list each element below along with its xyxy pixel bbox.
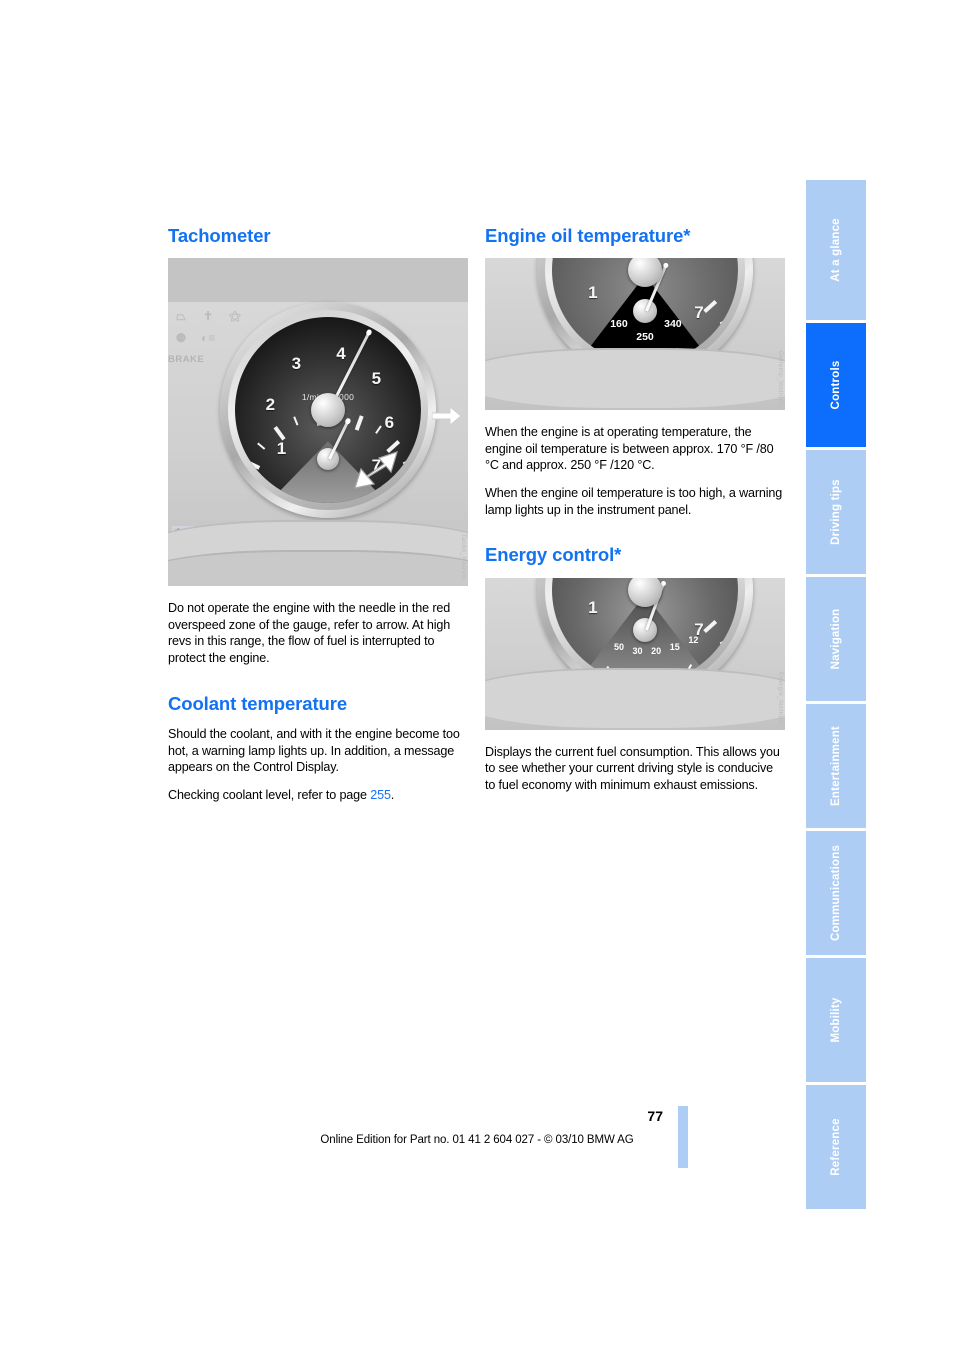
oil-scale-label-250: 250 (636, 331, 654, 344)
page-reference-link[interactable]: 255 (370, 788, 391, 802)
sidebar-tab-controls[interactable]: Controls (806, 323, 866, 447)
panel-lower-band-2 (168, 550, 468, 587)
tachometer-body-text: Do not operate the engine with the needl… (168, 601, 451, 666)
sidebar-tab-label: Navigation (830, 608, 842, 670)
left-column: Tachometer ⏢ ✝ ⚝ ⚈ ◐≡ BRAKE 123.8 (168, 225, 468, 814)
coolant-ref-suffix: . (390, 787, 395, 802)
energy-scale-label-12: 12 (688, 634, 699, 645)
sidebar-tab-label: At a glance (830, 218, 842, 282)
right-column: Engine oil temperature* 123.8 1 7 (485, 225, 785, 804)
low-beam-icon: ◐≡ (201, 331, 216, 346)
energy-control-paragraph: Displays the current fuel consumption. T… (485, 744, 780, 792)
tach-label-4: 4 (336, 344, 346, 364)
energy-figure-watermark: Energie_Instrum. (777, 671, 783, 726)
parking-brake-icon: ⚈ (175, 331, 187, 346)
tach-label-5: 5 (371, 368, 382, 388)
chapter-tab-rail: At a glance Controls Driving tips Navigatio… (806, 180, 866, 1212)
energy-scale-label-30: 30 (632, 645, 643, 656)
sidebar-tab-at-a-glance[interactable]: At a glance (806, 180, 866, 320)
sidebar-tab-label: Communications (830, 844, 842, 942)
tachometer-figure: ⏢ ✝ ⚝ ⚈ ◐≡ BRAKE 123.8 (168, 258, 468, 587)
sidebar-tab-reference[interactable]: Reference (806, 1085, 866, 1209)
arrow-pointer-icon (353, 448, 399, 492)
page-title-energy-control: Energy control* (485, 544, 622, 566)
tach-label-3: 3 (291, 353, 302, 373)
oil-temperature-paragraph-1: When the engine is at operating temperat… (485, 425, 774, 473)
energy-outer-label-1: 1 (588, 598, 598, 618)
page-number: 77 (647, 1108, 663, 1124)
energy-scale-label-20: 20 (651, 645, 662, 656)
tachometer-hub (311, 393, 345, 428)
tach-label-6: 6 (384, 413, 395, 433)
page-title-engine-oil-temperature: Engine oil temperature* (485, 225, 691, 246)
oil-panel-lower-band-1 (485, 348, 785, 409)
energy-scale-label-50: 50 (613, 642, 624, 653)
oil-outer-label-1: 1 (588, 282, 598, 302)
energy-dial-hub (628, 577, 662, 607)
oil-figure-watermark: Oeltemp_Instrum. (777, 350, 783, 407)
page-title-coolant-temperature: Coolant temperature (168, 692, 348, 714)
edition-notice: Online Edition for Part no. 01 41 2 604 … (320, 1134, 634, 1146)
sidebar-tab-label: Controls (830, 360, 842, 410)
tach-label-1: 1 (276, 439, 287, 459)
arrow-right-icon (431, 404, 462, 428)
sidebar-tab-label: Entertainment (830, 726, 842, 806)
sidebar-tab-label: Reference (830, 1118, 842, 1176)
page-title-tachometer: Tachometer (168, 225, 271, 246)
sidebar-tab-entertainment[interactable]: Entertainment (806, 704, 866, 828)
seatbelt-icon: ✝ (202, 309, 214, 324)
tach-label-2: 2 (265, 394, 276, 414)
sidebar-tab-navigation[interactable]: Navigation (806, 577, 866, 701)
manual-page: Tachometer ⏢ ✝ ⚝ ⚈ ◐≡ BRAKE 123.8 (0, 0, 954, 1350)
coolant-ref-prefix: Checking coolant level, refer to page (168, 787, 371, 802)
figure-watermark: Tacho_Instrum. (460, 534, 466, 583)
brake-label: BRAKE (168, 354, 205, 366)
energy-control-figure: 1 7 mpg 50 30 20 15 12 (485, 577, 785, 730)
sidebar-tab-communications[interactable]: Communications (806, 831, 866, 955)
oil-sub-hub (633, 299, 657, 324)
oil-temperature-figure: 123.8 1 7 °C, °F 160 (485, 258, 785, 411)
oil-outer-label-7: 7 (694, 303, 704, 323)
tachometer-dial: 1 2 3 4 5 6 7 1/min x 1000 (220, 302, 436, 519)
sidebar-tab-mobility[interactable]: Mobility (806, 958, 866, 1082)
engine-icon: ⏢ (176, 309, 186, 324)
coolant-paragraph-2: Checking coolant level, refer to page 25… (168, 787, 468, 804)
coolant-paragraph-1: Should the coolant, and with it the engi… (168, 726, 460, 775)
sidebar-tab-driving-tips[interactable]: Driving tips (806, 450, 866, 574)
sidebar-tab-label: Mobility (830, 997, 842, 1043)
oil-temperature-paragraph-2: When the engine oil temperature is too h… (485, 486, 783, 517)
sidebar-tab-label: Driving tips (830, 479, 842, 545)
oil-scale-label-340: 340 (664, 318, 682, 331)
energy-scale-label-15: 15 (669, 642, 680, 653)
oil-scale-label-160: 160 (610, 318, 628, 331)
energy-panel-lower-band (485, 667, 785, 728)
